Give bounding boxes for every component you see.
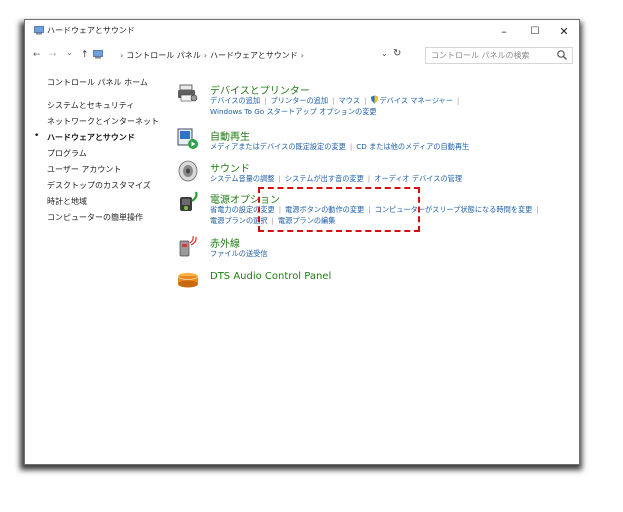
autoplay-icon[interactable]	[177, 128, 199, 150]
speaker-icon[interactable]	[177, 160, 199, 182]
sidebar-item-control-panel-home[interactable]: コントロール パネル ホーム	[47, 77, 148, 88]
manage-audio-devices-link[interactable]: オーディオ デバイスの管理	[374, 174, 462, 183]
breadcrumb: › コントロール パネル › ハードウェアとサウンド ›	[117, 50, 307, 61]
sound-links: システム音量の調整 | システムが出す音の変更 | オーディオ デバイスの管理	[210, 174, 463, 183]
forward-button[interactable]: →	[49, 50, 57, 60]
sidebar-item-system-security[interactable]: システムとセキュリティ	[47, 100, 134, 111]
sidebar-item-desktop-customization[interactable]: デスクトップのカスタマイズ	[47, 180, 151, 191]
add-printer-link[interactable]: プリンターの追加	[271, 96, 329, 105]
sidebar-item-clock-region[interactable]: 時計と地域	[47, 196, 87, 207]
search-box[interactable]: コントロール パネルの検索	[425, 47, 573, 64]
sidebar-item-programs[interactable]: プログラム	[47, 148, 87, 159]
minimize-button[interactable]: –	[491, 23, 517, 41]
infrared-links: ファイルの送受信	[210, 248, 268, 259]
device-manager-link[interactable]: デバイス マネージャー	[379, 96, 452, 105]
control-panel-icon	[93, 50, 103, 59]
vertical-scrollbar[interactable]	[571, 66, 579, 464]
add-device-link[interactable]: デバイスの追加	[210, 96, 260, 105]
breadcrumb-separator: ›	[120, 51, 124, 60]
power-icon[interactable]	[177, 191, 199, 213]
printer-icon[interactable]	[177, 82, 199, 104]
close-button[interactable]: ✕	[551, 23, 577, 41]
breadcrumb-separator: ›	[300, 51, 304, 60]
autoplay-cd-link[interactable]: CD または他のメディアの自動再生	[356, 142, 469, 151]
breadcrumb-separator: ›	[203, 51, 207, 60]
control-panel-icon	[34, 26, 44, 35]
autoplay-links: メディアまたはデバイスの既定設定の変更 | CD または他のメディアの自動再生	[210, 142, 470, 151]
change-system-sounds-link[interactable]: システムが出す音の変更	[285, 174, 364, 183]
dts-icon[interactable]	[177, 268, 199, 290]
change-default-media-settings-link[interactable]: メディアまたはデバイスの既定設定の変更	[210, 142, 346, 151]
infrared-icon[interactable]	[177, 235, 199, 257]
back-button[interactable]: ←	[33, 50, 41, 60]
breadcrumb-hardware-sound[interactable]: ハードウェアとサウンド	[210, 51, 298, 60]
mouse-link[interactable]: マウス	[338, 96, 360, 105]
breadcrumb-control-panel[interactable]: コントロール パネル	[126, 51, 201, 60]
maximize-button[interactable]: ☐	[522, 23, 548, 41]
sidebar-item-hardware-sound: ハードウェアとサウンド	[47, 133, 135, 142]
recent-locations-button[interactable]: ⌄	[66, 48, 73, 57]
send-receive-files-link[interactable]: ファイルの送受信	[210, 249, 268, 258]
window-title: ハードウェアとサウンド	[47, 26, 135, 35]
address-dropdown-button[interactable]: ⌄	[381, 49, 388, 58]
search-icon[interactable]	[556, 49, 568, 61]
up-button[interactable]: ↑	[81, 50, 89, 60]
adjust-volume-link[interactable]: システム音量の調整	[210, 174, 274, 183]
highlight-box	[258, 187, 420, 232]
active-bullet: •	[34, 131, 40, 141]
refresh-button[interactable]: ↻	[393, 48, 401, 59]
devices-printers-links: デバイスの追加 | プリンターの追加 | マウス | デバイス マネージャー | Window…	[210, 95, 460, 116]
sidebar-item-user-accounts[interactable]: ユーザー アカウント	[47, 164, 121, 175]
address-box[interactable]: › コントロール パネル › ハードウェアとサウンド › ⌄ ↻	[111, 47, 420, 63]
dts-audio-title[interactable]: DTS Audio Control Panel	[210, 271, 331, 282]
windows-to-go-link[interactable]: Windows To Go スタートアップ オプションの変更	[210, 107, 377, 116]
sidebar-item-ease-of-access[interactable]: コンピューターの簡単操作	[47, 212, 143, 223]
control-panel-window: ハードウェアとサウンド – ☐ ✕ ← → ⌄ ↑ › コントロール パネル › ハー…	[24, 19, 580, 465]
title-bar: ハードウェアとサウンド – ☐ ✕	[25, 20, 579, 44]
search-placeholder: コントロール パネルの検索	[431, 51, 530, 60]
sidebar-item-network[interactable]: ネットワークとインターネット	[47, 116, 159, 127]
address-bar-row: ← → ⌄ ↑ › コントロール パネル › ハードウェアとサウンド › ⌄ ↻ コント…	[25, 44, 579, 66]
